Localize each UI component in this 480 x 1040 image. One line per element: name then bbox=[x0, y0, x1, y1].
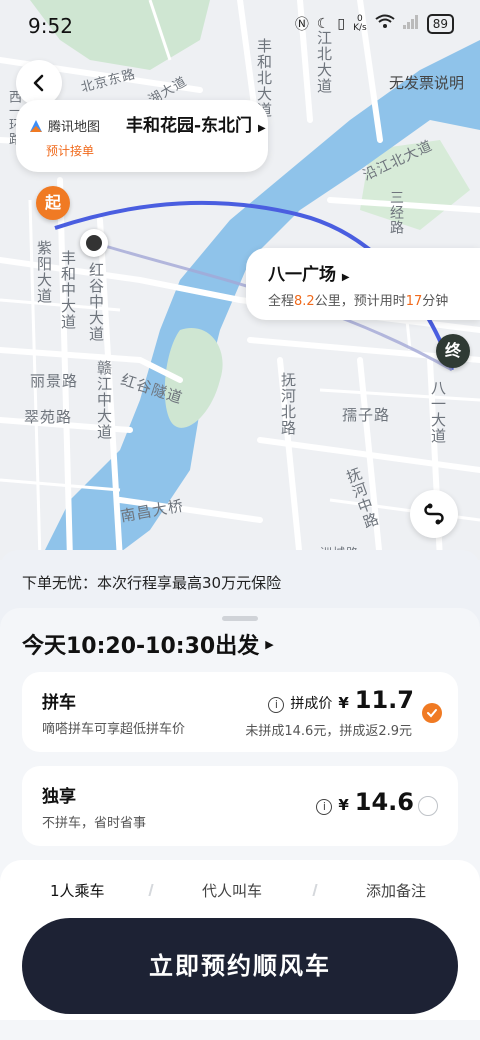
map-label: 八一大道 bbox=[429, 380, 447, 444]
book-ride-button[interactable]: 立即预约顺风车 bbox=[22, 918, 458, 1014]
option-subtitle: 不拼车，省时省事 bbox=[42, 816, 147, 831]
pickup-name: 丰和花园-东北门 ▶ bbox=[126, 116, 266, 136]
map-label: 紫阳大道 bbox=[35, 240, 53, 304]
destination-name: 八一广场 ▶ bbox=[268, 265, 350, 285]
price: 11.7 bbox=[354, 686, 414, 714]
chevron-left-icon bbox=[33, 74, 44, 92]
depart-time-selector[interactable]: 今天10:20-10:30出发 ▶ bbox=[22, 628, 274, 660]
map-label: 孺子路 bbox=[342, 406, 391, 424]
option-exclusive[interactable]: 独享 不拼车，省时省事 i ¥ 14.6 bbox=[22, 766, 458, 846]
status-bar: 9:52 Ⓝ ☾ ▯ 0 K/s 89 bbox=[0, 0, 480, 52]
trip-distance: 8.2 bbox=[294, 294, 315, 309]
status-icons: Ⓝ ☾ ▯ 0 K/s 89 bbox=[295, 14, 454, 34]
route-icon bbox=[424, 503, 444, 525]
caret-right-icon: ▶ bbox=[265, 637, 274, 651]
no-invoice-link[interactable]: 无发票说明 bbox=[389, 72, 464, 93]
divider bbox=[148, 884, 154, 896]
currency: ¥ bbox=[338, 796, 349, 814]
battery-indicator: 89 bbox=[426, 14, 454, 34]
info-icon[interactable]: i bbox=[316, 799, 333, 815]
price-row: i ¥ 14.6 bbox=[316, 788, 414, 816]
divider bbox=[312, 884, 318, 896]
option-title: 独享 bbox=[42, 787, 76, 807]
map-label: 翠苑路 bbox=[24, 408, 73, 426]
info-icon[interactable]: i bbox=[268, 697, 285, 713]
caret-right-icon: ▶ bbox=[257, 123, 266, 134]
option-title: 拼车 bbox=[42, 693, 76, 713]
map-label: 红谷中大道 bbox=[87, 262, 105, 342]
moon-icon: ☾ bbox=[316, 16, 330, 32]
price: 14.6 bbox=[354, 788, 414, 816]
map-label: 丽景路 bbox=[30, 372, 79, 390]
signal-icon bbox=[402, 15, 419, 33]
price-label: 拼成价 bbox=[290, 696, 333, 712]
destination-card[interactable]: 八一广场 ▶ 全程8.2公里，预计用时17分钟 bbox=[246, 248, 480, 320]
map-label: 三经路 bbox=[388, 190, 404, 235]
map-label: 赣江中大道 bbox=[95, 360, 113, 440]
price-note: 未拼成14.6元，拼成返2.9元 bbox=[245, 724, 412, 739]
clock: 9:52 bbox=[28, 14, 73, 38]
route-toggle-button[interactable] bbox=[410, 490, 458, 538]
nfc-icon: Ⓝ bbox=[294, 17, 309, 33]
map-logo-icon bbox=[30, 119, 42, 132]
option-carpool[interactable]: 拼车 嘀嗒拼车可享超低拼车价 i 拼成价 ¥ 11.7 未拼成14.6元，拼成返… bbox=[22, 672, 458, 752]
bottom-sheet: 下单无忧：本次行程享最高30万元保险 今天10:20-10:30出发 ▶ 拼车 … bbox=[0, 550, 480, 1040]
pickup-card[interactable]: 腾讯地图 预计接单 丰和花园-东北门 ▶ bbox=[16, 100, 268, 172]
wifi-icon bbox=[375, 14, 395, 34]
selected-check-icon[interactable] bbox=[422, 703, 442, 723]
price-row: i 拼成价 ¥ 11.7 bbox=[268, 686, 414, 714]
net-speed: 0 K/s bbox=[353, 14, 367, 33]
trip-duration: 17 bbox=[405, 294, 423, 309]
drag-handle[interactable] bbox=[222, 616, 258, 621]
current-location-icon bbox=[80, 229, 108, 257]
option-subtitle: 嘀嗒拼车可享超低拼车价 bbox=[42, 722, 186, 737]
tab-add-note[interactable]: 添加备注 bbox=[366, 880, 426, 901]
unselected-radio[interactable] bbox=[418, 796, 438, 816]
end-pin: 终 bbox=[436, 334, 470, 368]
extra-options-bar: 1人乘车 代人叫车 添加备注 立即预约顺风车 bbox=[0, 860, 480, 1020]
currency: ¥ bbox=[338, 694, 349, 712]
caret-right-icon: ▶ bbox=[341, 272, 350, 283]
vibrate-icon: ▯ bbox=[337, 16, 346, 32]
order-panel: 今天10:20-10:30出发 ▶ 拼车 嘀嗒拼车可享超低拼车价 i 拼成价 ¥… bbox=[0, 608, 480, 1040]
depart-time: 今天10:20-10:30出发 bbox=[22, 634, 260, 659]
insurance-notice: 下单无忧：本次行程享最高30万元保险 bbox=[22, 574, 282, 592]
brand-label: 腾讯地图 bbox=[48, 120, 101, 135]
map-label: 丰和中大道 bbox=[59, 250, 77, 330]
tab-passengers[interactable]: 1人乘车 bbox=[50, 880, 105, 901]
trip-summary: 全程8.2公里，预计用时17分钟 bbox=[268, 294, 449, 309]
start-pin: 起 bbox=[36, 186, 70, 220]
map-label: 抚河北路 bbox=[279, 372, 297, 436]
tab-call-for-others[interactable]: 代人叫车 bbox=[202, 880, 262, 901]
pickup-tag: 预计接单 bbox=[46, 144, 95, 158]
tencent-map-logo: 腾讯地图 bbox=[28, 116, 100, 135]
